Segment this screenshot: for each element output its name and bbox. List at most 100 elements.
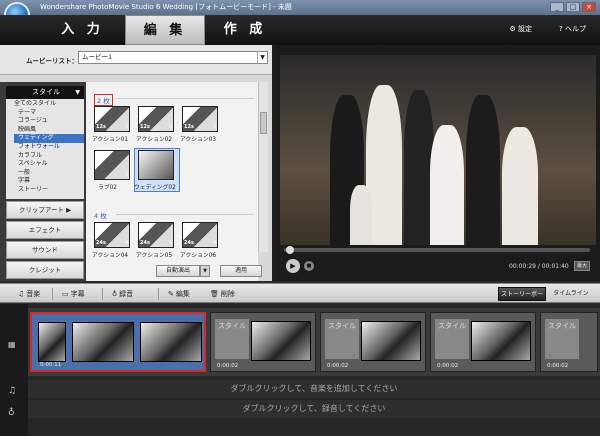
thumb-count: 4 [168,240,172,246]
style-item[interactable]: ストーリー [14,186,84,195]
film-icon: ▦ [8,340,16,349]
thumb-count: 2 [124,172,128,178]
style-thumbnail-pane: 2 枚 12s 2 アクション01 12s 2 アクション02 12s 2 アクション… [86,82,258,281]
delete-label: 削除 [220,290,235,298]
track-icon-strip: ▦ ♫ ♁ [0,304,28,436]
clip-item[interactable]: スタイル 0:00:02 [210,312,316,372]
clipart-label: クリップアート [18,206,65,214]
category-sound[interactable]: サウンド [6,241,84,259]
preview-image [280,55,596,245]
help-button[interactable]: ? ヘルプ [559,24,586,34]
divider [52,288,53,300]
thumb-label: ウェディング02 [134,185,176,191]
trash-icon: 🗑 [210,290,219,298]
pencil-icon: ✎ [168,290,174,298]
play-button[interactable]: ▶ [286,259,300,273]
seek-bar[interactable] [284,246,590,254]
play-icon: ▶ [290,262,296,270]
music-track[interactable]: ダブルクリックして、音楽を追加してください [28,380,600,398]
maximize-button[interactable]: □ [566,2,580,12]
microphone-icon: ♁ [112,290,118,298]
clip-thumbnail [471,321,531,361]
style-item[interactable]: テーマ [14,109,84,118]
style-item-selected[interactable]: ウェディング [14,134,84,143]
record-label: 録音 [119,290,134,298]
divider [116,98,254,99]
style-item[interactable]: フォトウォール [14,143,84,152]
caret-down-icon: ▼ [75,89,80,96]
style-category-header[interactable]: スタイル ▼ [6,86,84,99]
thumb-duration: 12s [96,124,106,130]
scroll-thumb[interactable] [260,112,267,134]
thumb-duration: 24s [96,240,106,246]
category-effect[interactable]: エフェクト [6,221,84,239]
timeline-view-button[interactable]: タイムライン [546,287,596,301]
style-thumbnail[interactable]: 12s 2 [94,106,130,132]
category-credit[interactable]: クレジット [6,261,84,279]
music-button[interactable]: ♫ 音楽 [18,289,40,299]
style-item[interactable]: スペシャル [14,160,84,169]
record-track[interactable]: ダブルクリックして、録音してください [28,400,600,418]
style-item[interactable]: コラージュ [14,117,84,126]
style-thumbnail[interactable]: 2 [94,150,130,180]
clip-row: 0:00:11 スタイル 0:00:02 スタイル 0:00:02 スタイル 0… [28,308,600,376]
auto-direct-dropdown[interactable]: ▼ [200,265,210,277]
clip-item[interactable]: スタイル 0:00:02 [540,312,598,372]
thumbnail-scrollbar[interactable] [258,82,268,252]
style-thumbnail[interactable]: 24s 4 [182,222,218,248]
clip-thumbnail [72,322,134,362]
seek-knob[interactable] [286,246,294,254]
stop-icon: ■ [306,263,312,269]
edit-button[interactable]: ✎ 編集 [168,289,190,299]
delete-button[interactable]: 🗑 削除 [210,289,235,299]
clip-item[interactable]: スタイル 0:00:02 [320,312,426,372]
chevron-down-icon[interactable]: ▼ [257,52,267,63]
close-button[interactable]: × [582,2,596,12]
settings-button[interactable]: ⚙ 設定 [509,24,532,34]
style-thumbnail[interactable]: 12s 2 [182,106,218,132]
clip-duration: 0:00:02 [547,363,569,369]
movie-list-select[interactable]: ムービー1 ▼ [78,51,268,64]
figure [430,125,464,245]
tab-input[interactable]: 入 力 [40,15,125,45]
window-title: Wondershare PhotoMovie Studio 6 Wedding … [40,3,292,11]
thumb-count: 4 [212,240,216,246]
main-tab-bar: 入 力 編 集 作 成 ⚙ 設定 ? ヘルプ [0,15,600,45]
divider [102,288,103,300]
style-thumbnail[interactable]: 24s 4 [138,222,174,248]
caption-button[interactable]: ▭ 字幕 [62,289,85,299]
thumb-label: アクション05 [136,253,173,259]
record-button[interactable]: ♁ 録音 [112,289,133,299]
style-thumbnail[interactable]: 24s 4 [94,222,130,248]
music-note-icon: ♫ [8,386,17,396]
style-thumbnail[interactable]: 12s 2 [138,106,174,132]
clip-item[interactable]: スタイル 0:00:02 [430,312,536,372]
style-item[interactable]: 字幕 [14,177,84,186]
preview-panel: ▶ ■ 00:00:29 / 00:01:40 最大 [276,45,600,281]
style-item[interactable]: カラフル [14,152,84,161]
settings-label: 設定 [518,25,532,33]
group-heading: 2 枚 [94,94,113,106]
stop-button[interactable]: ■ [304,261,314,271]
storyboard-view-button[interactable]: ストーリーボード [498,287,546,312]
figure [466,95,500,245]
figure [502,127,538,245]
apply-button[interactable]: 適用 [220,265,262,277]
chevron-right-icon: ▶ [66,206,72,214]
fullscreen-button[interactable]: 最大 [574,261,590,271]
movie-list-row: ムービーリスト： ムービー1 ▼ [0,45,272,75]
auto-direct-button[interactable]: 自動演出 [156,265,200,277]
thumb-duration: 12s [140,124,150,130]
style-item[interactable]: 全てのスタイル [14,100,84,109]
storyboard-area: ▦ ♫ ♁ 0:00:11 スタイル 0:00:02 スタイル 0:00:02 … [0,304,600,436]
tab-make[interactable]: 作 成 [205,15,285,45]
figure [350,185,372,245]
tab-edit[interactable]: 編 集 [125,15,205,45]
thumb-label: アクション04 [92,253,129,259]
title-bar: Wondershare PhotoMovie Studio 6 Wedding … [0,0,600,15]
thumb-count: 2 [212,124,216,130]
clip-item-selected[interactable]: 0:00:11 [30,312,206,372]
category-clipart[interactable]: クリップアート ▶ [6,201,84,219]
minimize-button[interactable]: _ [550,2,564,12]
style-thumbnail-selected[interactable] [138,150,174,180]
